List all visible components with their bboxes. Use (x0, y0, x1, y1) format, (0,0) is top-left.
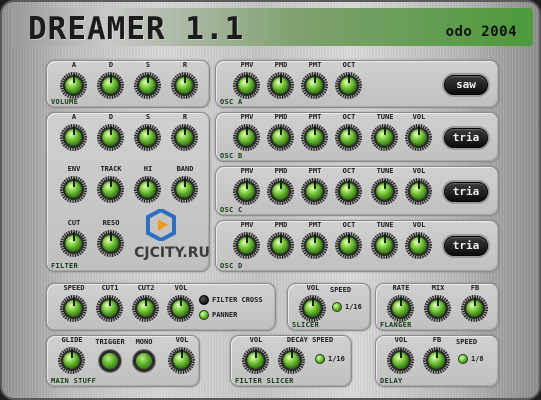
panel-label: VOLUME (51, 98, 79, 106)
volume-release-knob[interactable]: R (168, 61, 202, 109)
flanger-feedback-knob[interactable]: FB (458, 284, 492, 332)
panel-label: OSC D (220, 262, 243, 270)
flanger-mix-knob[interactable]: MIX (421, 284, 455, 332)
panel-label: FLANGER (380, 321, 412, 329)
filter-sustain-knob[interactable]: S (131, 113, 165, 161)
osc-d-oct-knob[interactable]: OCT (332, 221, 366, 269)
osc-b-wave-button[interactable]: tria (444, 128, 488, 148)
osc-a-wave-button[interactable]: saw (444, 75, 488, 95)
knob-label: OCT (342, 61, 356, 69)
slicer-1-16-toggle[interactable] (332, 302, 342, 312)
header-bar: DREAMER 1.1 odo 2004 (12, 8, 533, 46)
filter-cross-toggle[interactable] (199, 295, 209, 305)
main-vol-knob[interactable]: VOL (165, 336, 199, 384)
flanger-panel: RATE MIX FB FLANGER (375, 283, 499, 331)
panel-label: FILTER SLICER (235, 377, 294, 385)
osc-b-oct-knob[interactable]: OCT (332, 113, 366, 161)
lfo-speed-knob[interactable]: SPEED (57, 284, 91, 332)
knob-label: R (182, 61, 188, 69)
osc-c-wave-button[interactable]: tria (444, 182, 488, 202)
panel-label: MAIN STUFF (51, 377, 97, 385)
osc-a-oct-knob[interactable]: OCT (332, 61, 366, 109)
panel-label: SLICER (292, 321, 320, 329)
filter-env-knob[interactable]: ENV (57, 165, 91, 213)
filter-slicer-panel: VOL DECAY SPEED 1/16 FILTER SLICER (230, 335, 352, 387)
panel-label: OSC C (220, 206, 243, 214)
filter-decay-knob[interactable]: D (94, 113, 128, 161)
volume-envelope-panel: A D S R VOLUME (46, 60, 210, 108)
delay-panel: VOL FB SPEED 1/8 DELAY (375, 335, 499, 387)
panel-label: OSC B (220, 152, 243, 160)
app-credit: odo 2004 (445, 24, 517, 40)
filter-cutoff-knob[interactable]: CUT (57, 219, 91, 267)
filter-slicer-1-16-toggle[interactable] (315, 354, 325, 364)
knob-label: VOL (175, 336, 189, 344)
osc-b-panel: PMV PMD PMT OCT TUNE VOL tria OSC B (215, 112, 499, 162)
filter-release-knob[interactable]: R (168, 113, 202, 161)
main-stuff-panel: GLIDE TRIGGER MONO VOL MAIN STUFF (46, 335, 200, 387)
knob-label: DECAY SPEED (286, 336, 334, 344)
knob-label: VOL (174, 284, 188, 292)
osc-a-panel: PMV PMD PMT OCT saw OSC A (215, 60, 499, 108)
trigger-button[interactable] (99, 350, 121, 372)
osc-d-wave-button[interactable]: tria (444, 236, 488, 256)
volume-decay-knob[interactable]: D (94, 61, 128, 109)
knob-label: VOL (412, 167, 426, 175)
panel-label: DELAY (380, 377, 403, 385)
knob-label: FB (470, 284, 480, 292)
filter-lfo-panel: SPEED CUT1 CUT2 VOL FILTER CROSS PANNER (46, 283, 276, 331)
knob-label: VOL (412, 221, 426, 229)
filter-hi-knob[interactable]: HI (131, 165, 165, 213)
lfo-cut1-knob[interactable]: CUT1 (93, 284, 127, 332)
panner-label: PANNER (212, 311, 238, 319)
knob-label: VOL (249, 336, 263, 344)
filter-track-knob[interactable]: TRACK (94, 165, 128, 213)
osc-d-vol-knob[interactable]: VOL (402, 221, 436, 269)
panner-toggle[interactable] (199, 310, 209, 320)
panel-label: OSC A (220, 98, 243, 106)
slicer-1-16-label: 1/16 (345, 303, 362, 311)
delay-speed-label: SPEED (456, 338, 478, 346)
delay-1-8-label: 1/8 (471, 355, 484, 363)
lfo-vol-knob[interactable]: VOL (164, 284, 198, 332)
delay-1-8-toggle[interactable] (458, 354, 468, 364)
watermark-text: CJCITY.RU (134, 245, 210, 261)
osc-d-panel: PMV PMD PMT OCT TUNE VOL tria OSC D (215, 220, 499, 272)
delay-feedback-knob[interactable]: FB (420, 336, 454, 384)
filter-attack-knob[interactable]: A (57, 113, 91, 161)
filter-cross-label: FILTER CROSS (212, 296, 263, 304)
osc-c-panel: PMV PMD PMT OCT TUNE VOL tria OSC C (215, 166, 499, 216)
knob-label: R (182, 113, 188, 121)
knob-label: VOL (412, 113, 426, 121)
osc-b-vol-knob[interactable]: VOL (402, 113, 436, 161)
site-watermark: CJCITY.RU (122, 209, 222, 269)
osc-c-oct-knob[interactable]: OCT (332, 167, 366, 215)
app-title: DREAMER 1.1 (28, 11, 245, 47)
filter-slicer-1-16-label: 1/16 (328, 355, 345, 363)
knob-label: BAND (176, 165, 194, 173)
osc-c-vol-knob[interactable]: VOL (402, 167, 436, 215)
watermark-logo-icon (146, 209, 176, 241)
panel-label: FILTER (51, 262, 79, 270)
filter-band-knob[interactable]: BAND (168, 165, 202, 213)
slicer-speed-label: SPEED (330, 286, 352, 294)
knob-label: FB (432, 336, 442, 344)
dreamer-plugin-window: DREAMER 1.1 odo 2004 A D S R VOLUME A D … (0, 0, 541, 400)
volume-sustain-knob[interactable]: S (131, 61, 165, 109)
mono-button[interactable] (133, 350, 155, 372)
slicer-panel: VOL SPEED 1/16 SLICER (287, 283, 371, 331)
